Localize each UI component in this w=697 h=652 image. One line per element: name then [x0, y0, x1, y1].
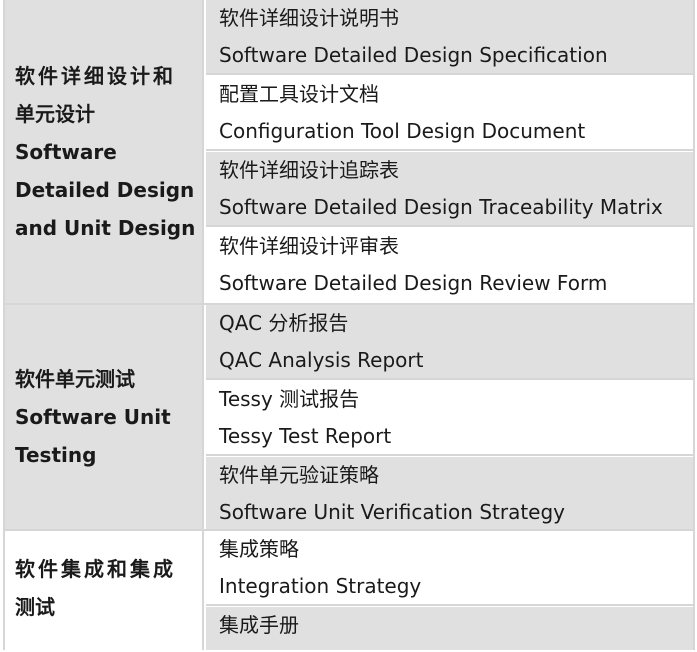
deliverable-name-en: Configuration Tool Design Document — [219, 119, 586, 143]
deliverable-name-zh: 软件单元验证策略 — [219, 463, 379, 487]
phase-cell: 软件单元测试 Software Unit Testing — [5, 305, 204, 529]
phase-cell: 软件集成和集成 测试 — [5, 531, 204, 650]
phase-label-line: 软件详细设计和 — [15, 63, 176, 88]
deliverable-row: 软件单元验证策略 Software Unit Verification Stra… — [206, 457, 695, 529]
deliverable-name-en: QAC Analysis Report — [219, 348, 424, 372]
phase-group-detailed-design: 软件详细设计和 单元设计 Software Detailed Design an… — [5, 0, 695, 303]
phase-label-line: 软件单元测试 — [15, 367, 135, 391]
deliverable-name-zh: 集成手册 — [219, 613, 299, 637]
deliverable-row: 集成策略 Integration Strategy — [206, 531, 695, 606]
phase-label-line: 单元设计 — [15, 101, 95, 126]
phase-label-line: 测试 — [15, 595, 55, 619]
deliverable-name-en: Software Unit Verification Strategy — [219, 500, 566, 524]
deliverable-name-zh: 集成策略 — [219, 537, 299, 561]
deliverable-name-en: Software Detailed Design Review Form — [219, 271, 608, 295]
phase-label-line: Testing — [15, 443, 97, 467]
deliverable-name-zh: QAC 分析报告 — [219, 311, 349, 335]
phase-cell: 软件详细设计和 单元设计 Software Detailed Design an… — [5, 0, 204, 303]
deliverable-name-zh: 软件详细设计评审表 — [219, 234, 399, 258]
deliverable-row: 集成手册 — [206, 607, 695, 650]
deliverable-name-zh: 软件详细设计说明书 — [219, 6, 399, 30]
phase-label-line: Detailed Design — [15, 177, 195, 202]
phase-label-line: 软件集成和集成 — [15, 557, 176, 581]
deliverable-row: 软件详细设计评审表 Software Detailed Design Revie… — [206, 228, 695, 303]
deliverable-row: 软件详细设计追踪表 Software Detailed Design Trace… — [206, 152, 695, 227]
deliverable-name-en: Software Detailed Design Specification — [219, 43, 608, 67]
deliverable-name-en: Tessy Test Report — [219, 424, 392, 448]
phase-label-line: and Unit Design — [15, 215, 196, 240]
deliverable-name-zh: 配置工具设计文档 — [219, 82, 379, 106]
deliverable-name-zh: Tessy 测试报告 — [219, 387, 360, 411]
phase-group-unit-testing: 软件单元测试 Software Unit Testing QAC 分析报告 QA… — [5, 305, 695, 529]
table-right-border — [693, 0, 695, 650]
deliverable-row: QAC 分析报告 QAC Analysis Report — [206, 305, 695, 380]
deliverables-table: 软件详细设计和 单元设计 Software Detailed Design an… — [3, 0, 695, 650]
deliverable-row: 软件详细设计说明书 Software Detailed Design Speci… — [206, 0, 695, 75]
deliverable-name-en: Integration Strategy — [219, 574, 422, 598]
deliverable-name-zh: 软件详细设计追踪表 — [219, 158, 399, 182]
phase-label-line: Software Unit — [15, 405, 171, 429]
deliverable-name-en: Software Detailed Design Traceability Ma… — [219, 195, 663, 219]
phase-label-line: Software — [15, 139, 117, 164]
phase-group-integration: 软件集成和集成 测试 集成策略 Integration Strategy 集成手… — [5, 531, 695, 650]
deliverable-row: 配置工具设计文档 Configuration Tool Design Docum… — [206, 76, 695, 151]
deliverable-row: Tessy 测试报告 Tessy Test Report — [206, 381, 695, 456]
